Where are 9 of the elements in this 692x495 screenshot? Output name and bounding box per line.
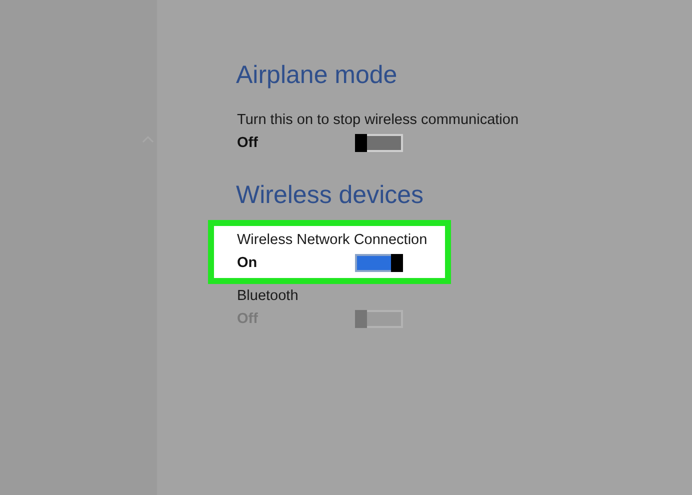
toggle-switch[interactable]: [355, 134, 403, 152]
toggle-switch[interactable]: [355, 254, 403, 272]
toggle-state: On: [237, 255, 258, 271]
setting-label: Turn this on to stop wireless communication: [237, 111, 519, 130]
section-heading: Airplane mode: [236, 60, 398, 91]
section-heading: Wireless devices: [236, 180, 425, 211]
setting-label: Bluetooth: [237, 287, 298, 306]
setting-label: Wireless Network Connection: [237, 231, 428, 250]
toggle-state: Off: [237, 135, 258, 151]
